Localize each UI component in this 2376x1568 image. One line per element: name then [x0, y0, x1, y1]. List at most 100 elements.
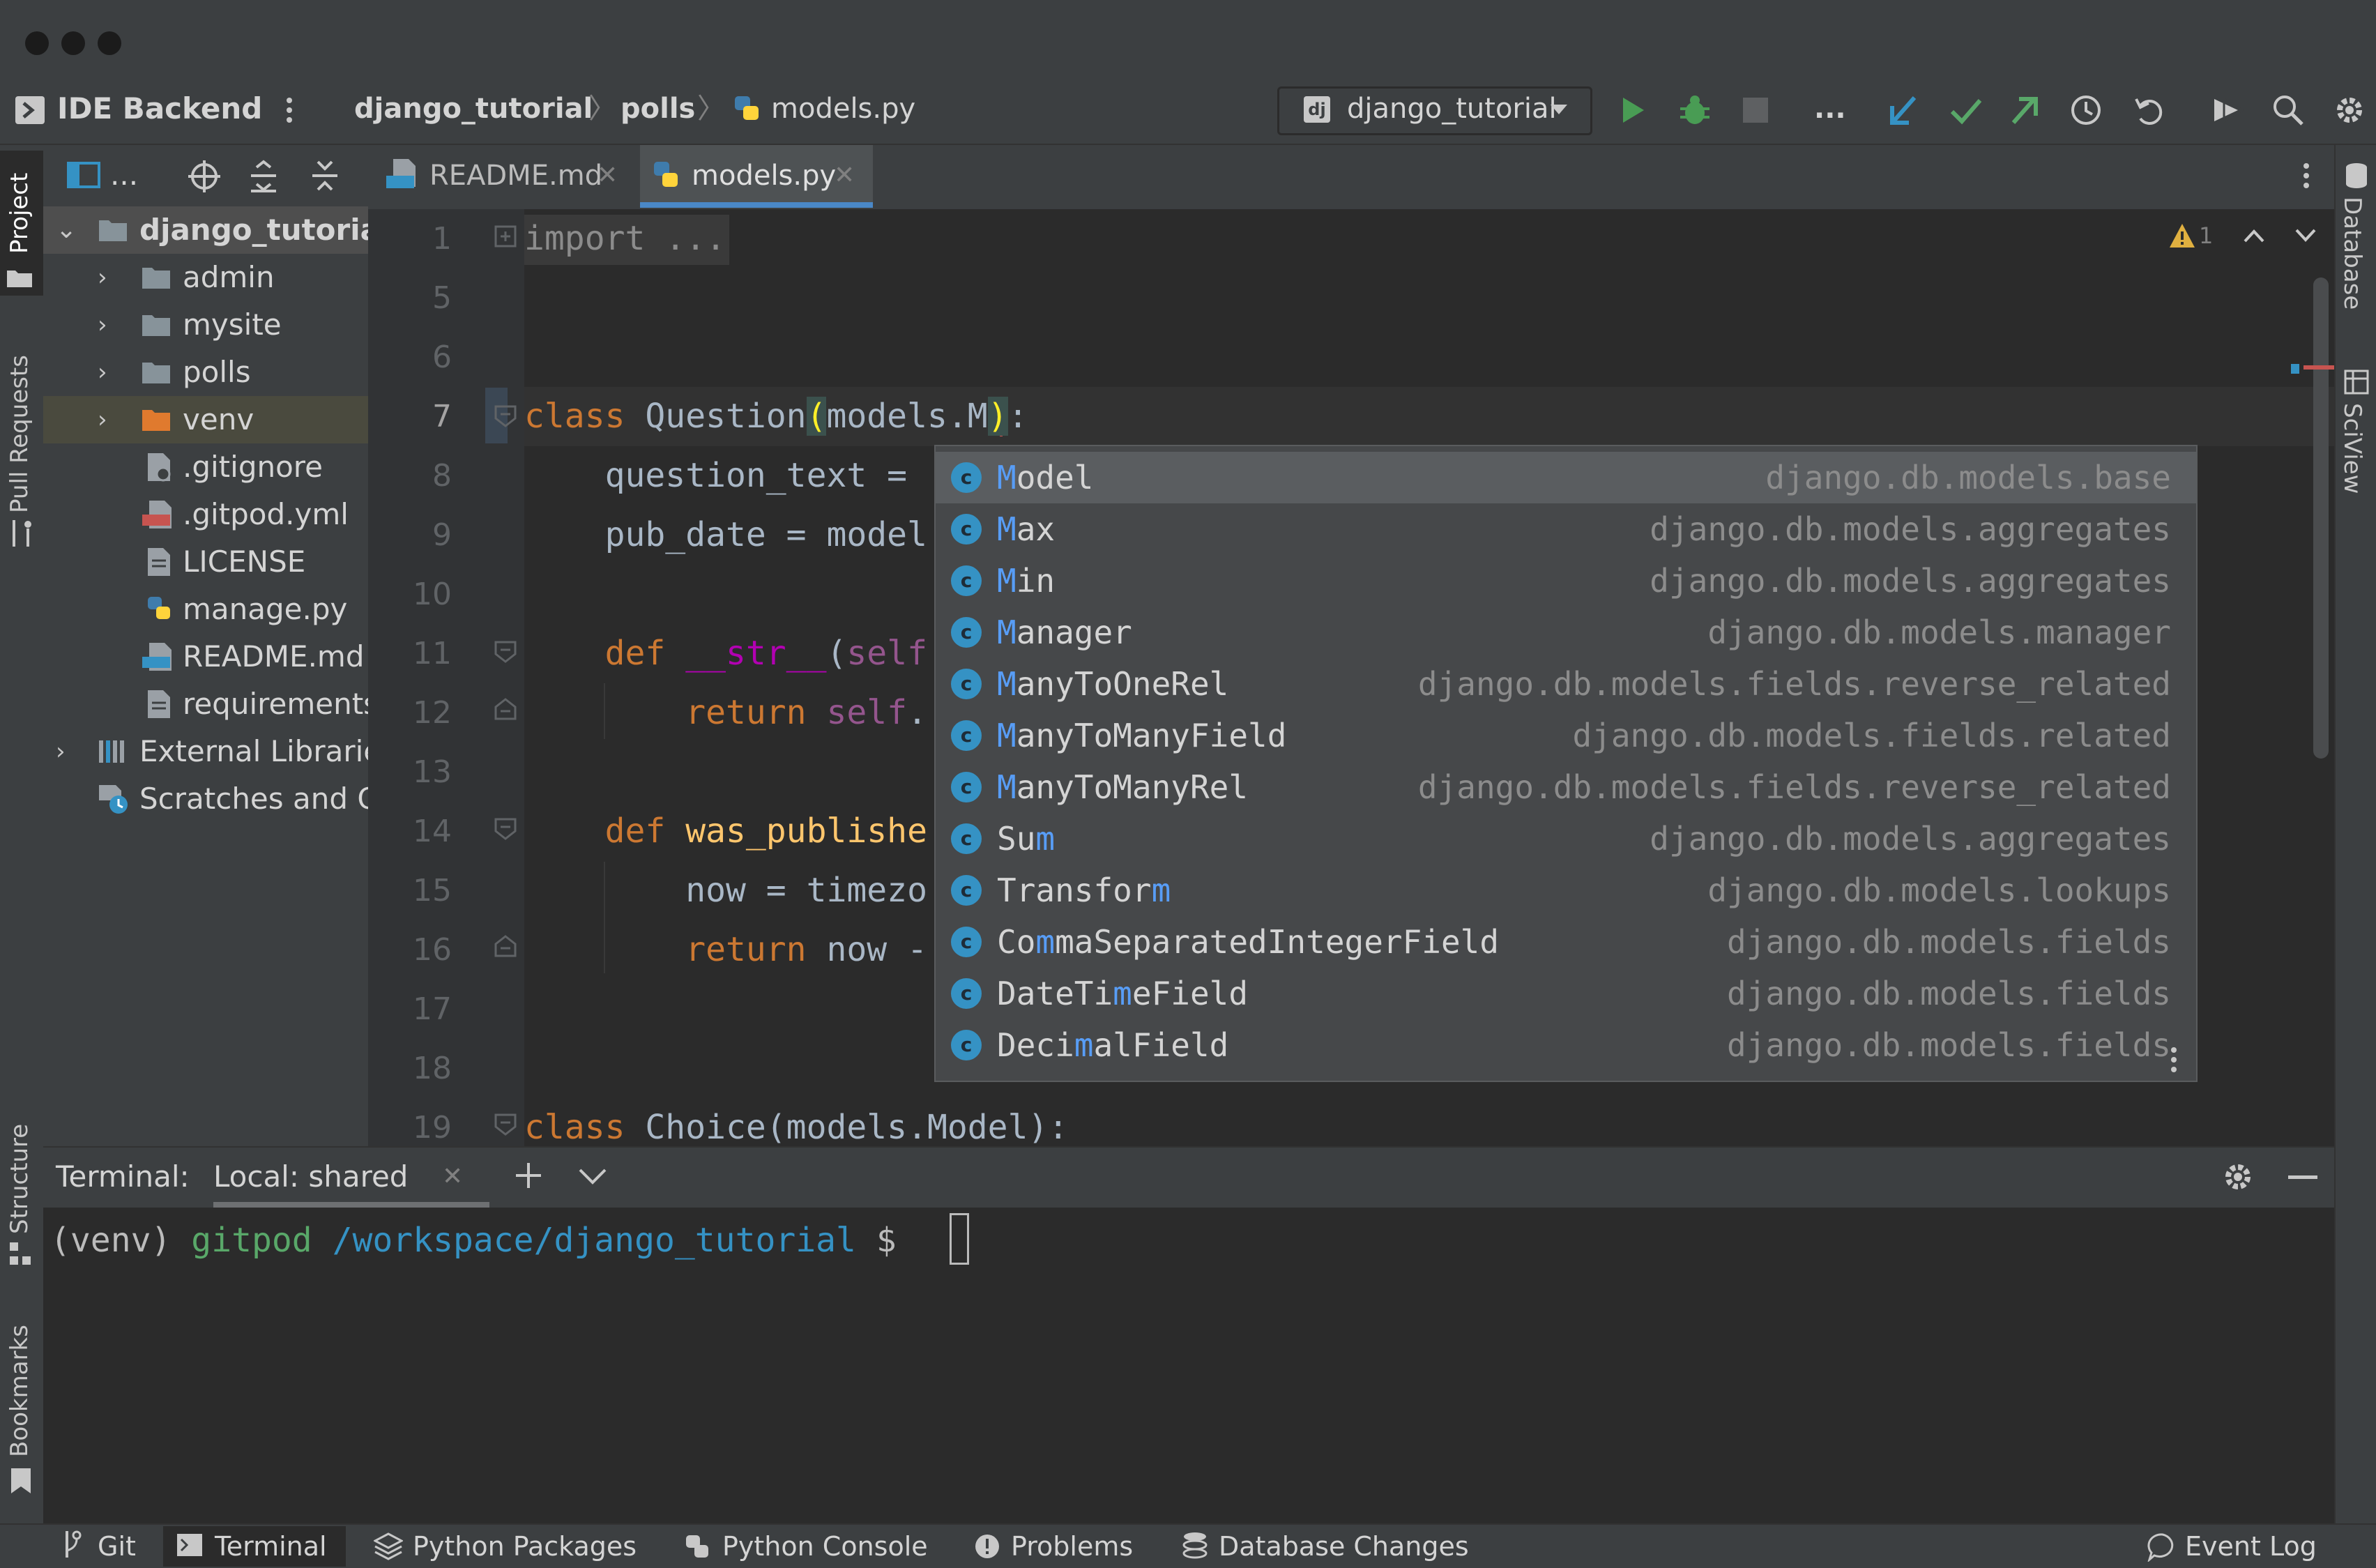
tree-node[interactable]: › admin — [43, 254, 368, 301]
fold-marker-icon[interactable] — [494, 640, 517, 664]
warning-icon[interactable] — [2168, 222, 2196, 250]
settings-gear-icon[interactable] — [2221, 1160, 2255, 1194]
fold-marker-icon[interactable] — [494, 404, 517, 428]
autocomplete-item[interactable]: c CommaSeparatedIntegerField django.db.mod… — [936, 916, 2196, 968]
tool-window-terminal[interactable]: Terminal — [215, 1528, 327, 1565]
code-with-me-icon[interactable] — [2210, 93, 2244, 127]
tree-node[interactable]: › External Libraries — [43, 728, 368, 775]
close-icon[interactable]: ✕ — [597, 156, 618, 195]
editor-scrollbar[interactable] — [2313, 277, 2329, 759]
tree-node[interactable]: .gitignore — [43, 443, 368, 491]
autocomplete-item[interactable]: c ManyToOneRel django.db.models.fields.rev… — [936, 658, 2196, 710]
settings-gear-icon[interactable] — [2333, 93, 2366, 127]
debug-icon[interactable] — [1679, 93, 1711, 127]
tree-node[interactable]: Scratches and Consoles — [43, 775, 368, 823]
window-minimize-button[interactable] — [61, 31, 85, 55]
tree-node[interactable]: › mysite — [43, 301, 368, 349]
tree-node[interactable]: .gitpod.yml — [43, 491, 368, 538]
app-name[interactable]: IDE Backend — [57, 89, 262, 128]
rollback-icon[interactable] — [2132, 93, 2165, 127]
tree-node[interactable]: LICENSE — [43, 538, 368, 586]
autocomplete-item[interactable]: c Transform django.db.models.lookups — [936, 865, 2196, 916]
more-vertical-icon[interactable] — [2299, 160, 2313, 191]
chevron-down-icon[interactable] — [577, 1166, 608, 1187]
tool-window-python-packages[interactable]: Python Packages — [413, 1528, 637, 1565]
tree-node[interactable]: › venv — [43, 396, 368, 443]
breadcrumb-file[interactable]: models.py — [771, 89, 915, 128]
more-actions-button[interactable]: ... — [1814, 89, 1846, 128]
autocomplete-item[interactable]: c Model django.db.models.base — [936, 452, 2196, 503]
more-vertical-icon[interactable] — [282, 95, 296, 125]
tool-window-problems[interactable]: Problems — [1011, 1528, 1133, 1565]
prompt-symbol: $ — [876, 1221, 897, 1260]
breadcrumb-project[interactable]: django_tutorial — [354, 89, 593, 128]
chevron-up-icon[interactable] — [2242, 226, 2266, 245]
tool-tab-sciview[interactable]: SciView — [2338, 403, 2366, 494]
event-log-button[interactable]: Event Log — [2185, 1528, 2317, 1565]
close-icon[interactable]: ✕ — [442, 1157, 463, 1196]
tool-tab-database[interactable]: Database — [2338, 197, 2366, 310]
autocomplete-item[interactable]: c Manager django.db.models.manager — [936, 607, 2196, 658]
tool-tab-pull-requests[interactable]: Pull Requests — [6, 355, 33, 513]
tree-node[interactable]: ⌄ django_tutorial — [43, 206, 368, 254]
chevron-right-icon: › — [98, 406, 107, 434]
window-close-button[interactable] — [25, 31, 49, 55]
vcs-commit-icon[interactable] — [1949, 93, 1983, 127]
run-icon[interactable] — [1619, 93, 1647, 127]
fold-marker-icon[interactable] — [494, 1113, 517, 1136]
tool-window-git[interactable]: Git — [98, 1528, 136, 1565]
search-icon[interactable] — [2271, 93, 2305, 127]
terminal-icon — [176, 1532, 204, 1559]
vcs-push-icon[interactable] — [2009, 93, 2040, 127]
autocomplete-item[interactable]: c ManyToManyRel django.db.models.fields.re… — [936, 761, 2196, 813]
breadcrumb-separator: 〉 — [588, 93, 616, 125]
tool-tab-project[interactable]: Project — [6, 173, 33, 254]
window-zoom-button[interactable] — [98, 31, 121, 55]
tool-window-python-console[interactable]: Python Console — [722, 1528, 928, 1565]
fold-marker-icon[interactable] — [494, 817, 517, 841]
tree-node[interactable]: manage.py — [43, 586, 368, 633]
tree-node[interactable]: README.md — [43, 633, 368, 680]
autocomplete-item[interactable]: c Sum django.db.models.aggregates — [936, 813, 2196, 865]
terminal-tab-local-shared[interactable]: Local: shared — [213, 1157, 408, 1196]
project-view-icon[interactable] — [66, 159, 102, 191]
code-line: now = timezo — [524, 871, 927, 910]
collapse-all-icon[interactable] — [310, 159, 340, 194]
history-icon[interactable] — [2069, 93, 2103, 127]
python-file-icon — [145, 594, 176, 625]
autocomplete-item[interactable]: c DecimalField django.db.models.fields — [936, 1019, 2196, 1071]
project-view-label[interactable]: ... — [110, 159, 138, 191]
tab-models[interactable]: models.py — [692, 156, 836, 195]
tool-window-database-changes[interactable]: Database Changes — [1219, 1528, 1469, 1565]
python-file-icon — [732, 92, 763, 125]
autocomplete-item[interactable]: c ManyToManyField django.db.models.fields.… — [936, 710, 2196, 761]
locate-icon[interactable] — [187, 159, 222, 194]
fold-end-marker-icon[interactable] — [494, 697, 517, 721]
close-icon[interactable]: ✕ — [834, 156, 855, 195]
minimize-icon[interactable] — [2288, 1175, 2317, 1179]
autocomplete-item[interactable]: c DateTimeField django.db.models.fields — [936, 968, 2196, 1019]
stop-icon[interactable] — [1743, 98, 1768, 123]
tab-readme[interactable]: README.md — [429, 156, 602, 195]
fold-end-marker-icon[interactable] — [494, 934, 517, 958]
tree-node[interactable]: › polls — [43, 349, 368, 396]
tree-node[interactable]: requirements — [43, 680, 368, 728]
chevron-down-icon[interactable] — [2294, 226, 2317, 245]
line-number: 1 — [432, 221, 452, 257]
expand-all-icon[interactable] — [248, 159, 279, 194]
more-vertical-icon[interactable] — [2167, 1044, 2181, 1075]
tool-tab-bookmarks[interactable]: Bookmarks — [6, 1325, 33, 1457]
line-number: 11 — [413, 636, 452, 671]
fold-marker-icon[interactable] — [494, 224, 517, 248]
autocomplete-popup[interactable]: c Model django.db.models.base c Max django.db… — [934, 445, 2198, 1082]
autocomplete-item[interactable]: c Min django.db.models.aggregates — [936, 555, 2196, 607]
tool-tab-structure[interactable]: Structure — [6, 1124, 33, 1234]
backend-icon — [15, 96, 45, 124]
autocomplete-item[interactable]: c Max django.db.models.aggregates — [936, 503, 2196, 555]
project-tree: ⌄ django_tutorial › admin › mysite › pol… — [43, 206, 368, 823]
yml-file-icon — [142, 499, 177, 530]
breadcrumb-folder[interactable]: polls — [620, 89, 695, 128]
add-icon[interactable] — [513, 1160, 544, 1191]
vcs-update-icon[interactable] — [1888, 93, 1919, 127]
